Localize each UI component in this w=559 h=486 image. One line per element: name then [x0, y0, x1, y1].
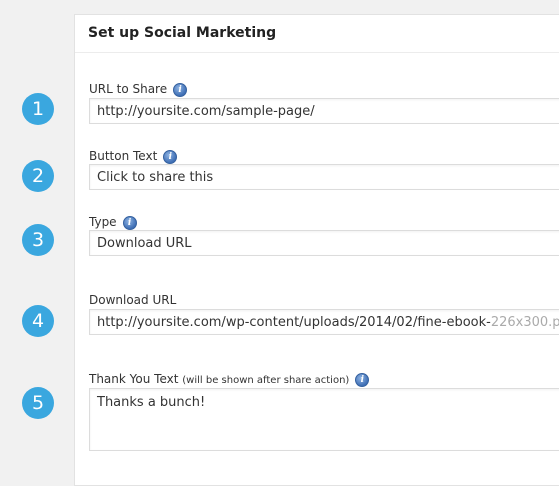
info-icon[interactable]: i: [173, 82, 188, 97]
download-url-input[interactable]: http://yoursite.com/wp-content/uploads/2…: [89, 309, 559, 335]
info-icon[interactable]: i: [122, 215, 137, 230]
button-text-label: Button Text i: [89, 149, 178, 164]
step-5-badge: 5: [22, 387, 54, 419]
step-4-badge: 4: [22, 305, 54, 337]
download-url-value: http://yoursite.com/wp-content/uploads/2…: [97, 315, 491, 330]
button-text-label-text: Button Text: [89, 149, 158, 163]
social-marketing-panel: Set up Social Marketing URL to Share i ht…: [74, 14, 559, 486]
thank-you-label-text: Thank You Text: [89, 372, 179, 386]
download-url-label: Download URL: [89, 293, 176, 307]
download-url-label-text: Download URL: [89, 293, 177, 307]
url-label-text: URL to Share: [89, 82, 168, 96]
info-icon[interactable]: i: [355, 372, 370, 387]
type-label-text: Type: [89, 215, 117, 229]
thank-you-textarea[interactable]: Thanks a bunch!: [89, 388, 559, 451]
panel-title: Set up Social Marketing: [75, 15, 559, 53]
thank-you-label: Thank You Text (will be shown after shar…: [89, 372, 370, 387]
step-1-badge: 1: [22, 93, 54, 125]
url-input[interactable]: http://yoursite.com/sample-page/: [89, 98, 559, 124]
step-2-badge: 2: [22, 160, 54, 192]
thank-you-label-note: (will be shown after share action): [182, 375, 350, 386]
button-text-input[interactable]: Click to share this: [89, 164, 559, 190]
download-url-value-overflow: 226x300.p: [490, 315, 559, 330]
type-select[interactable]: Download URL: [89, 230, 559, 256]
step-3-badge: 3: [22, 224, 54, 256]
url-label: URL to Share i: [89, 82, 188, 97]
info-icon[interactable]: i: [163, 149, 178, 164]
type-label: Type i: [89, 215, 137, 230]
